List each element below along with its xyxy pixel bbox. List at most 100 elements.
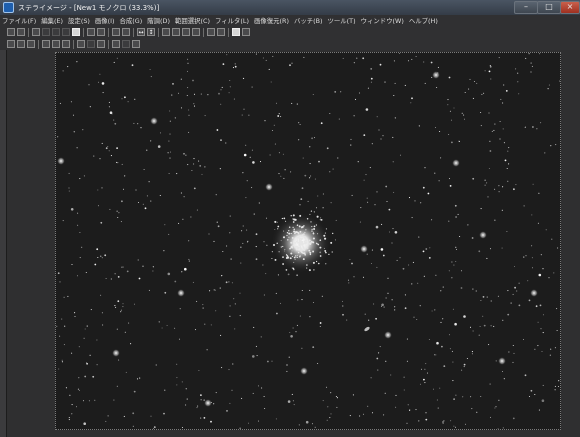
grid-icon[interactable] [97,28,105,36]
star [486,182,488,184]
cluster-star [277,228,279,230]
undo-icon[interactable] [52,28,60,36]
menu-image[interactable]: 画像(I) [93,16,117,25]
menu-window[interactable]: ウィンドウ(W) [359,16,406,25]
paste-icon[interactable] [87,28,95,36]
star [480,208,482,210]
star [399,154,402,156]
rotate-icon[interactable] [182,28,190,36]
star [472,288,474,290]
star [494,188,496,190]
cluster-star [325,251,327,254]
star [215,194,217,196]
filter-icon[interactable] [77,40,85,48]
crosshair-icon[interactable] [122,40,130,48]
crop-icon[interactable] [112,28,120,36]
flip-h-icon[interactable]: ↔ [137,28,145,36]
star [463,114,465,116]
menu-settings[interactable]: 設定(S) [66,16,92,25]
star [428,257,431,259]
star [150,415,152,417]
menu-levels[interactable]: 階調(D) [145,16,172,25]
measure-icon[interactable] [132,40,140,48]
redo-icon[interactable] [62,28,70,36]
menu-compose[interactable]: 合成(G) [118,16,145,25]
star [122,188,125,190]
star [537,222,539,224]
batch-icon[interactable] [232,28,240,36]
fit-icon[interactable] [42,40,50,48]
rotate-right-icon[interactable] [172,28,180,36]
menu-file[interactable]: ファイル(F) [0,16,38,25]
star [142,203,144,205]
star [337,157,339,159]
star [204,166,206,168]
info-icon[interactable] [242,28,250,36]
star [252,355,255,358]
menu-tools[interactable]: ツール(T) [326,16,358,25]
cluster-star [293,256,296,259]
menu-help[interactable]: ヘルプ(H) [407,16,440,25]
select-icon[interactable] [7,40,15,48]
star [291,102,293,104]
star [489,248,492,250]
minimize-button[interactable]: – [514,1,538,14]
histogram-icon[interactable] [217,28,225,36]
star [508,163,510,165]
star [518,93,520,95]
compose-icon[interactable] [122,28,130,36]
zoom-in-icon[interactable] [17,40,25,48]
star [59,281,61,283]
curves-icon[interactable] [207,28,215,36]
star [525,57,527,59]
star [392,228,394,230]
copy-icon[interactable] [72,28,80,36]
star [423,61,425,63]
star [302,157,304,159]
star [531,65,533,67]
flip-v-icon[interactable]: ↕ [147,28,155,36]
gray-icon[interactable] [62,40,70,48]
align-icon[interactable] [112,40,120,48]
menu-restore[interactable]: 画像復元(R) [252,16,291,25]
star [383,306,385,308]
star [507,180,509,182]
star [275,418,277,420]
save-icon[interactable] [32,28,40,36]
star [220,89,222,91]
menu-edit[interactable]: 編集(E) [39,16,65,25]
star-icon[interactable] [97,40,105,48]
image-canvas[interactable] [55,52,561,430]
close-button[interactable]: × [560,1,580,14]
new-icon[interactable] [7,28,15,36]
rgb-icon[interactable] [52,40,60,48]
rotate-left-icon[interactable] [162,28,170,36]
star [251,86,253,88]
star [241,114,243,116]
star [531,257,533,259]
bright-star [530,289,538,297]
menu-select-range[interactable]: 範囲選択(C) [173,16,212,25]
star [149,68,151,71]
star [271,129,274,132]
star [530,389,533,392]
star [71,404,73,406]
star [228,369,230,371]
zoom-out-icon[interactable] [27,40,35,48]
star [370,377,372,379]
print-icon[interactable] [42,28,50,36]
levels-icon[interactable] [192,28,200,36]
cluster-star [292,245,294,247]
open-icon[interactable] [17,28,25,36]
maximize-button[interactable]: □ [537,1,561,14]
star [92,375,95,378]
star [150,140,152,142]
menu-filter[interactable]: フィルタ(L) [213,16,251,25]
star [171,94,173,96]
mask-icon[interactable] [87,40,95,48]
star [424,368,426,370]
star [454,322,457,326]
star [264,120,266,122]
star [169,120,171,122]
menu-batch[interactable]: バッチ(B) [292,16,325,25]
